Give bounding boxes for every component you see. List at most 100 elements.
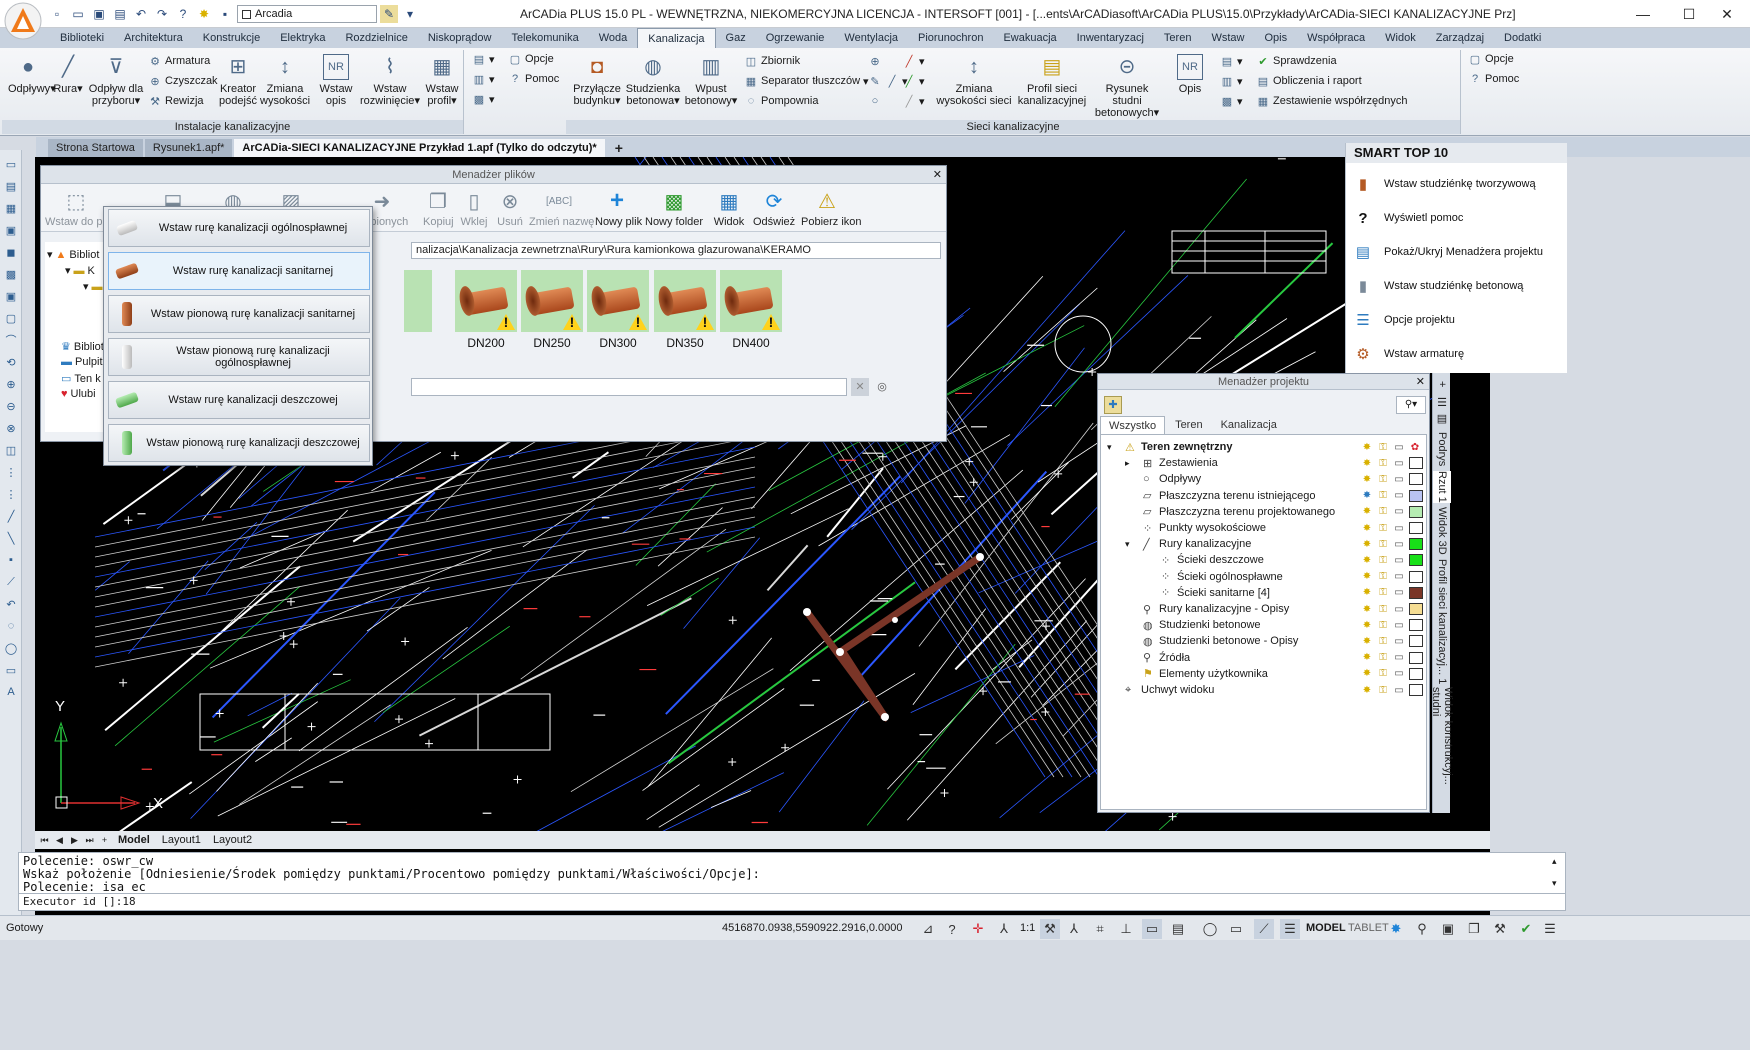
rename-button[interactable]: [ABC] Zmień nazwę [529,188,594,229]
status-menu-icon[interactable]: ☰ [1540,919,1560,939]
ribbon-tab[interactable]: Gaz [716,28,756,48]
layer-color-swatch[interactable] [1409,554,1423,567]
ribbon-tab[interactable]: Współpraca [1297,28,1375,48]
redo-icon[interactable]: ↷ [153,5,171,23]
doc-tab-start[interactable]: Strona Startowa [48,139,143,157]
collapse-icon[interactable]: ▾ [65,264,71,277]
layers-icon[interactable]: ▤ [3,178,19,194]
collapse-icon[interactable]: ▾ [83,280,89,293]
network-tool-3[interactable]: ○ [868,94,882,108]
pm-tab-all[interactable]: Wszystko [1100,416,1166,434]
layer-color-swatch[interactable] [1409,489,1423,502]
rysunek-studni-button[interactable]: ⊝ Rysunek studni betonowych▾ [1090,54,1164,119]
przylacze-budynku-button[interactable]: ◘ Przyłącze budynku▾ [570,54,624,107]
display-settings-button[interactable]: ▥ ▾ [472,72,495,86]
pomoc-button-1[interactable]: ? Pomoc [508,72,559,86]
visibility-bulb-icon[interactable]: ✸ [1361,652,1373,664]
ribbon-tab[interactable]: Opis [1254,28,1297,48]
lock-icon[interactable]: ⚿ [1377,684,1389,696]
print-icon[interactable]: ▭ [1393,619,1405,631]
search-field[interactable] [411,378,847,396]
visibility-bulb-icon[interactable]: ✸ [1361,522,1373,534]
yellow-frame-icon[interactable]: ▣ [3,288,19,304]
view-icon[interactable]: ◫ [3,442,19,458]
czyszczak-button[interactable]: ⊕ Czyszczak [148,74,217,88]
studzienka-betonowa-button[interactable]: ◍ Studzienka betonowa▾ [624,54,682,107]
print-icon[interactable]: ▭ [1393,603,1405,615]
annotation-icon[interactable]: ⚒ [1040,919,1060,939]
visibility-bulb-icon[interactable]: ✸ [1361,571,1373,583]
visibility-bulb-icon[interactable]: ✸ [1361,506,1373,518]
green-frame-icon[interactable]: ▣ [3,222,19,238]
tools-icon[interactable]: ⚒ [1490,919,1510,939]
lock-icon[interactable]: ⚿ [1377,473,1389,485]
print-icon[interactable]: ▭ [1393,668,1405,680]
new-layer-icon[interactable]: ✚ [1104,396,1122,414]
file-manager-close-icon[interactable]: ✕ [933,168,942,181]
project-tree-row[interactable]: ⁘ Punkty wysokościowe ✸ ⚿ ▭ [1101,520,1426,536]
collapse-icon[interactable]: ▾ [1107,442,1112,453]
model-toggle[interactable]: MODEL [1306,922,1346,934]
ribbon-tab[interactable]: Telekomunika [501,28,588,48]
layer-manager-icon[interactable]: ✎ [380,5,398,23]
clear-search-icon[interactable]: ✕ [851,378,869,396]
undo-arrow-icon[interactable]: ↶ [3,596,19,612]
menu-item-sanitary-pipe[interactable]: Wstaw rurę kanalizacji sanitarnej [108,252,370,290]
project-tree-row[interactable]: ▾ ╱ Rury kanalizacyjne ✸ ⚿ ▭ [1101,536,1426,552]
menu-item-storm-pipe[interactable]: Wstaw rurę kanalizacji deszczowej [108,381,370,419]
visibility-bulb-icon[interactable]: ✸ [1361,668,1373,680]
save-all-icon[interactable]: ▤ [111,5,129,23]
visibility-bulb-icon[interactable]: ✸ [1361,554,1373,566]
visibility-bulb-icon[interactable]: ✸ [1361,490,1373,502]
vertical-line-icon[interactable]: ⋮ [3,486,19,502]
viewport-minimize-icon[interactable]: ▁ [1278,157,1286,163]
tree-item-favorites[interactable]: ♥ Ulubi [61,388,96,400]
project-tree-row[interactable]: ▸ ⊞ Zestawienia ✸ ⚿ ▭ [1101,455,1426,471]
network-tool-5[interactable]: ╱ ▾ [902,74,925,88]
ortho-icon[interactable]: ⊿ [918,919,938,939]
project-tree-row[interactable]: ▾ ⚠ Teren zewnętrzny ✸ ⚿ ▭ ✿ [1101,439,1426,455]
help-status-icon[interactable]: ? [942,919,962,939]
wpust-betonowy-button[interactable]: ▥ Wpust betonowy▾ [682,54,740,107]
scale-value[interactable]: 1:1 [1020,922,1035,934]
filter-dropdown[interactable]: ⚲▾ [1396,396,1426,414]
smart-item-valve[interactable]: ⚙ Wstaw armaturę [1352,343,1464,365]
lock-icon[interactable]: ⚿ [1377,603,1389,615]
project-tree-row[interactable]: ⌖ Uchwyt widoku ✸ ⚿ ▭ [1101,682,1426,698]
rura-button[interactable]: ╱ Rura▾ [52,54,84,95]
visibility-bulb-icon[interactable]: ✸ [1361,635,1373,647]
layout-tab-2[interactable]: Layout2 [209,834,256,846]
tree-item-library[interactable]: ▾ ▲ Bibliot [47,248,99,262]
arc-icon[interactable]: ⌒ [3,332,19,348]
ribbon-tab[interactable]: Teren [1154,28,1202,48]
last-layout-icon[interactable]: ⏭ [84,834,95,846]
opcje-button-2[interactable]: ▢ Opcje [1468,52,1514,66]
obliczenia-button[interactable]: ▤ Obliczenia i raport [1256,74,1362,88]
zbiornik-button[interactable]: ◫ Zbiornik [744,54,800,68]
new-file-icon[interactable]: ▫ [48,5,66,23]
side-tab-plus-icon[interactable]: + [1433,377,1451,391]
print-icon[interactable]: ▭ [1393,457,1405,469]
smart-item-help[interactable]: ? Wyświetl pomoc [1352,207,1463,229]
project-tree-row[interactable]: ⚲ Rury kanalizacyjne - Opisy ✸ ⚿ ▭ [1101,601,1426,617]
ribbon-tab[interactable]: Inwentaryzacj [1067,28,1154,48]
pipe-file-item[interactable]: ! DN300 [587,270,649,350]
zoom-in-icon[interactable]: ⊕ [3,376,19,392]
layer-color-swatch[interactable] [1409,651,1423,664]
network-tool-6[interactable]: ╱ ▾ [902,94,925,108]
ucs-status-icon[interactable]: ⅄ [994,919,1014,939]
print-icon[interactable]: ▭ [1393,635,1405,647]
fullscreen-icon[interactable]: ▣ [1438,919,1458,939]
circle-icon[interactable]: ◌ [3,618,19,634]
odplyw-przyboru-button[interactable]: ⊽ Odpływ dla przyboru▾ [88,54,144,107]
lock-icon[interactable]: ⚿ [1377,668,1389,680]
prev-layout-icon[interactable]: ◀ [54,834,65,846]
visibility-bulb-icon[interactable]: ✸ [1361,473,1373,485]
insert-to-project-button[interactable]: ⬚ Wstaw do pro [45,188,112,229]
ribbon-tab[interactable]: Wentylacja [834,28,908,48]
project-tree-row[interactable]: ⚑ Elementy użytkownika ✸ ⚿ ▭ [1101,666,1426,682]
print-icon[interactable]: ▭ [1393,441,1405,453]
layout-tab-model[interactable]: Model [114,834,154,846]
ribbon-tab[interactable]: Wstaw [1201,28,1254,48]
ribbon-tab[interactable]: Woda [589,28,638,48]
